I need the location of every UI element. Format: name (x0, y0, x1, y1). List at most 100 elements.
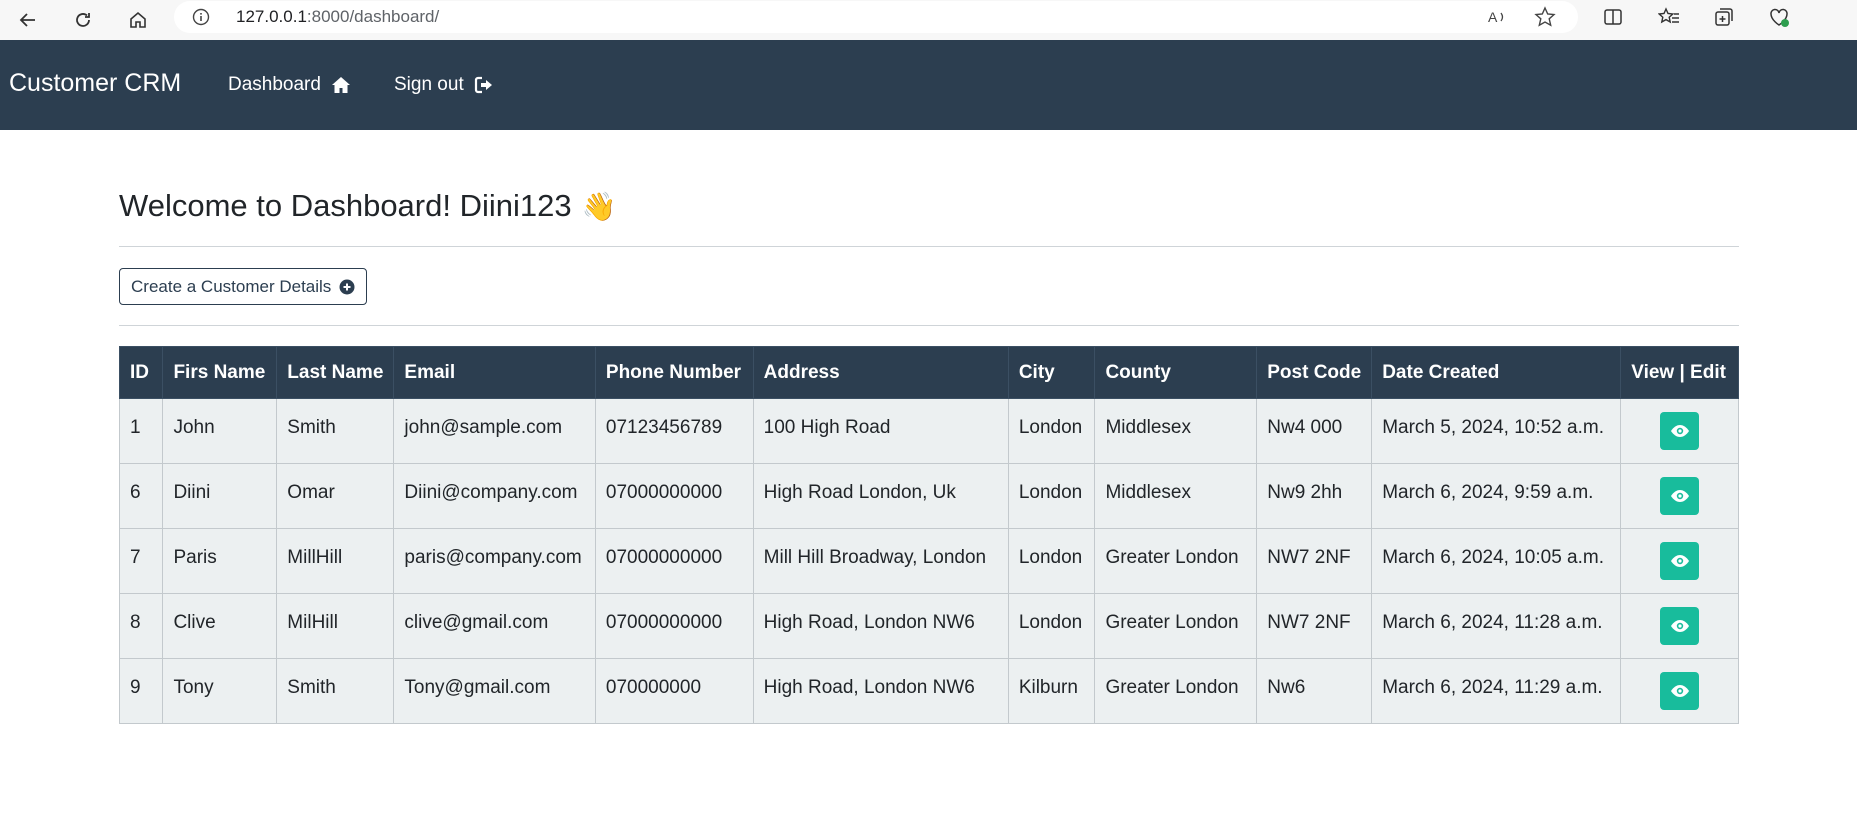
col-header-view-edit: View | Edit (1620, 346, 1739, 399)
cell-last-name: Smith (276, 658, 395, 724)
cell-address: Mill Hill Broadway, London (752, 528, 1009, 594)
cell-id: 6 (118, 463, 164, 529)
back-button[interactable] (11, 3, 45, 37)
cell-post-code: NW7 2NF (1256, 528, 1373, 594)
cell-phone: 070000000 (594, 658, 754, 724)
home-icon (331, 77, 350, 93)
cell-county: Greater London (1094, 658, 1258, 724)
page-title: Welcome to Dashboard! Diini123 👋 (119, 188, 616, 224)
col-header-email: Email (393, 346, 596, 399)
cell-phone: 07123456789 (594, 398, 754, 464)
cell-city: Kilburn (1007, 658, 1096, 724)
nav-signout-link[interactable]: Sign out (394, 74, 494, 96)
cell-county: Middlesex (1094, 398, 1258, 464)
cell-phone: 07000000000 (594, 528, 754, 594)
info-icon (192, 8, 210, 26)
waving-hand-icon: 👋 (581, 190, 617, 222)
brand-logo-text[interactable]: Customer CRM (9, 69, 181, 98)
cell-date-created: March 6, 2024, 9:59 a.m. (1371, 463, 1622, 529)
view-button[interactable] (1660, 412, 1700, 450)
cell-email: Tony@gmail.com (393, 658, 596, 724)
table-row: 7 Paris MillHill paris@company.com 07000… (118, 528, 1739, 594)
url-host: 127.0.0.1 (236, 7, 307, 26)
favorite-star-icon[interactable] (1534, 6, 1556, 28)
cell-id: 1 (118, 398, 164, 464)
collections-icon[interactable] (1713, 6, 1735, 28)
home-browser-button[interactable] (121, 3, 155, 37)
cell-view-edit (1620, 528, 1739, 594)
cell-view-edit (1620, 658, 1739, 724)
browser-toolbar: 127.0.0.1:8000/dashboard/ A (0, 0, 1857, 41)
address-bar[interactable]: 127.0.0.1:8000/dashboard/ A (174, 1, 1578, 33)
refresh-button[interactable] (66, 3, 100, 37)
cell-date-created: March 5, 2024, 10:52 a.m. (1371, 398, 1622, 464)
read-aloud-icon[interactable]: A (1486, 6, 1508, 28)
col-header-post-code: Post Code (1256, 346, 1373, 399)
cell-address: High Road London, Uk (752, 463, 1009, 529)
cell-last-name: MilHill (276, 593, 395, 659)
col-header-date-created: Date Created (1371, 346, 1622, 399)
cell-county: Middlesex (1094, 463, 1258, 529)
cell-first-name: Diini (162, 463, 278, 529)
view-button[interactable] (1660, 477, 1700, 515)
cell-county: Greater London (1094, 593, 1258, 659)
cell-address: High Road, London NW6 (752, 593, 1009, 659)
eye-icon (1670, 620, 1689, 632)
divider-top (119, 246, 1739, 247)
cell-post-code: Nw6 (1256, 658, 1373, 724)
nav-signout-label: Sign out (394, 74, 464, 95)
col-header-phone: Phone Number (594, 346, 754, 399)
nav-dashboard-label: Dashboard (228, 74, 321, 95)
table-row: 9 Tony Smith Tony@gmail.com 070000000 Hi… (118, 658, 1739, 724)
url-path: :8000/dashboard/ (306, 7, 440, 26)
view-button[interactable] (1660, 607, 1700, 645)
cell-phone: 07000000000 (594, 593, 754, 659)
favorites-icon[interactable] (1658, 6, 1680, 28)
back-arrow-icon (19, 13, 35, 27)
welcome-text: Welcome to Dashboard! Diini123 (119, 188, 572, 223)
table-row: 8 Clive MilHill clive@gmail.com 07000000… (118, 593, 1739, 659)
cell-email: paris@company.com (393, 528, 596, 594)
split-screen-icon[interactable] (1602, 6, 1624, 28)
home-outline-icon (130, 11, 146, 28)
cell-city: London (1007, 593, 1096, 659)
col-header-address: Address (752, 346, 1009, 399)
browser-essentials-icon[interactable] (1768, 6, 1790, 28)
cell-city: London (1007, 463, 1096, 529)
cell-id: 8 (118, 593, 164, 659)
nav-dashboard-link[interactable]: Dashboard (228, 74, 351, 96)
table-row: 1 John Smith john@sample.com 07123456789… (118, 398, 1739, 464)
cell-last-name: Omar (276, 463, 395, 529)
cell-date-created: March 6, 2024, 10:05 a.m. (1371, 528, 1622, 594)
col-header-first-name: Firs Name (162, 346, 278, 399)
customers-table: ID Firs Name Last Name Email Phone Numbe… (118, 346, 1739, 724)
create-customer-button[interactable]: Create a Customer Details (119, 268, 368, 305)
cell-first-name: Paris (162, 528, 278, 594)
divider-bottom (119, 325, 1739, 326)
cell-address: 100 High Road (752, 398, 1009, 464)
cell-city: London (1007, 398, 1096, 464)
cell-first-name: Clive (162, 593, 278, 659)
url-text: 127.0.0.1:8000/dashboard/ (236, 7, 439, 27)
cell-id: 9 (118, 658, 164, 724)
cell-address: High Road, London NW6 (752, 658, 1009, 724)
cell-view-edit (1620, 398, 1739, 464)
plus-circle-icon (339, 279, 355, 294)
table-row: 6 Diini Omar Diini@company.com 070000000… (118, 463, 1739, 529)
eye-icon (1670, 490, 1689, 502)
cell-last-name: Smith (276, 398, 395, 464)
cell-post-code: Nw9 2hh (1256, 463, 1373, 529)
view-button[interactable] (1660, 672, 1700, 710)
cell-email: Diini@company.com (393, 463, 596, 529)
cell-id: 7 (118, 528, 164, 594)
sign-out-icon (474, 76, 492, 94)
eye-icon (1670, 555, 1689, 567)
cell-county: Greater London (1094, 528, 1258, 594)
cell-date-created: March 6, 2024, 11:29 a.m. (1371, 658, 1622, 724)
cell-first-name: Tony (162, 658, 278, 724)
create-customer-label: Create a Customer Details (131, 276, 332, 296)
cell-view-edit (1620, 593, 1739, 659)
cell-post-code: NW7 2NF (1256, 593, 1373, 659)
view-button[interactable] (1660, 542, 1700, 580)
app-navbar: Customer CRM Dashboard Sign out (0, 40, 1857, 130)
